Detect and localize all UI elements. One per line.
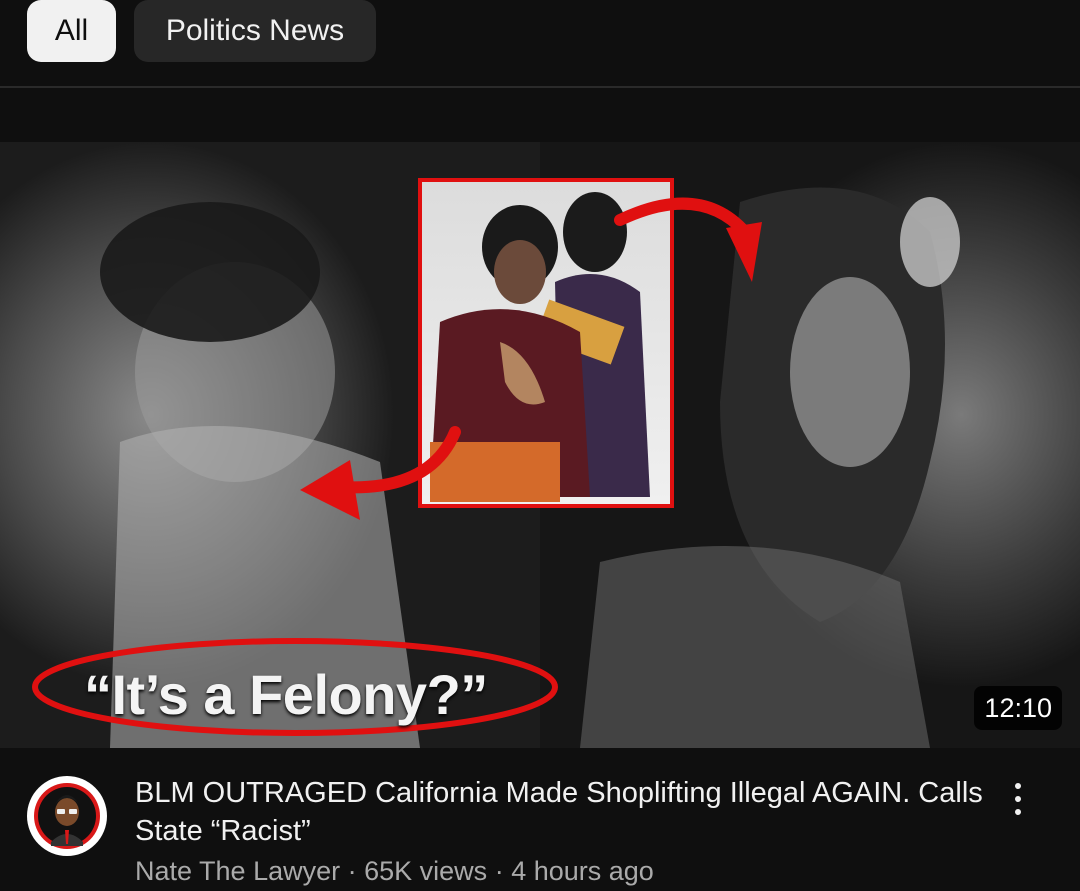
inset-photo bbox=[418, 178, 674, 508]
separator: · bbox=[340, 856, 365, 886]
chip-all[interactable]: All bbox=[27, 0, 116, 62]
filter-chips-bar: All Politics News bbox=[0, 0, 1080, 88]
upload-age: 4 hours ago bbox=[511, 856, 654, 886]
spacer bbox=[0, 88, 1080, 142]
thumbnail-caption: “It’s a Felony?” bbox=[84, 663, 488, 726]
chip-politics-news[interactable]: Politics News bbox=[134, 0, 376, 62]
avatar-icon bbox=[29, 778, 105, 854]
video-title[interactable]: BLM OUTRAGED California Made Shoplifting… bbox=[135, 774, 985, 850]
separator: · bbox=[487, 856, 512, 886]
channel-avatar[interactable] bbox=[27, 776, 107, 856]
video-subline: Nate The Lawyer · 65K views · 4 hours ag… bbox=[135, 856, 654, 887]
video-thumbnail[interactable]: “It’s a Felony?” 12:10 bbox=[0, 142, 1080, 748]
video-meta: BLM OUTRAGED California Made Shoplifting… bbox=[0, 748, 1080, 891]
view-count: 65K views bbox=[364, 856, 488, 886]
thumbnail-image bbox=[0, 142, 1080, 748]
duration-badge: 12:10 bbox=[974, 686, 1062, 730]
channel-name[interactable]: Nate The Lawyer bbox=[135, 856, 340, 886]
more-vert-icon[interactable] bbox=[1000, 778, 1036, 824]
